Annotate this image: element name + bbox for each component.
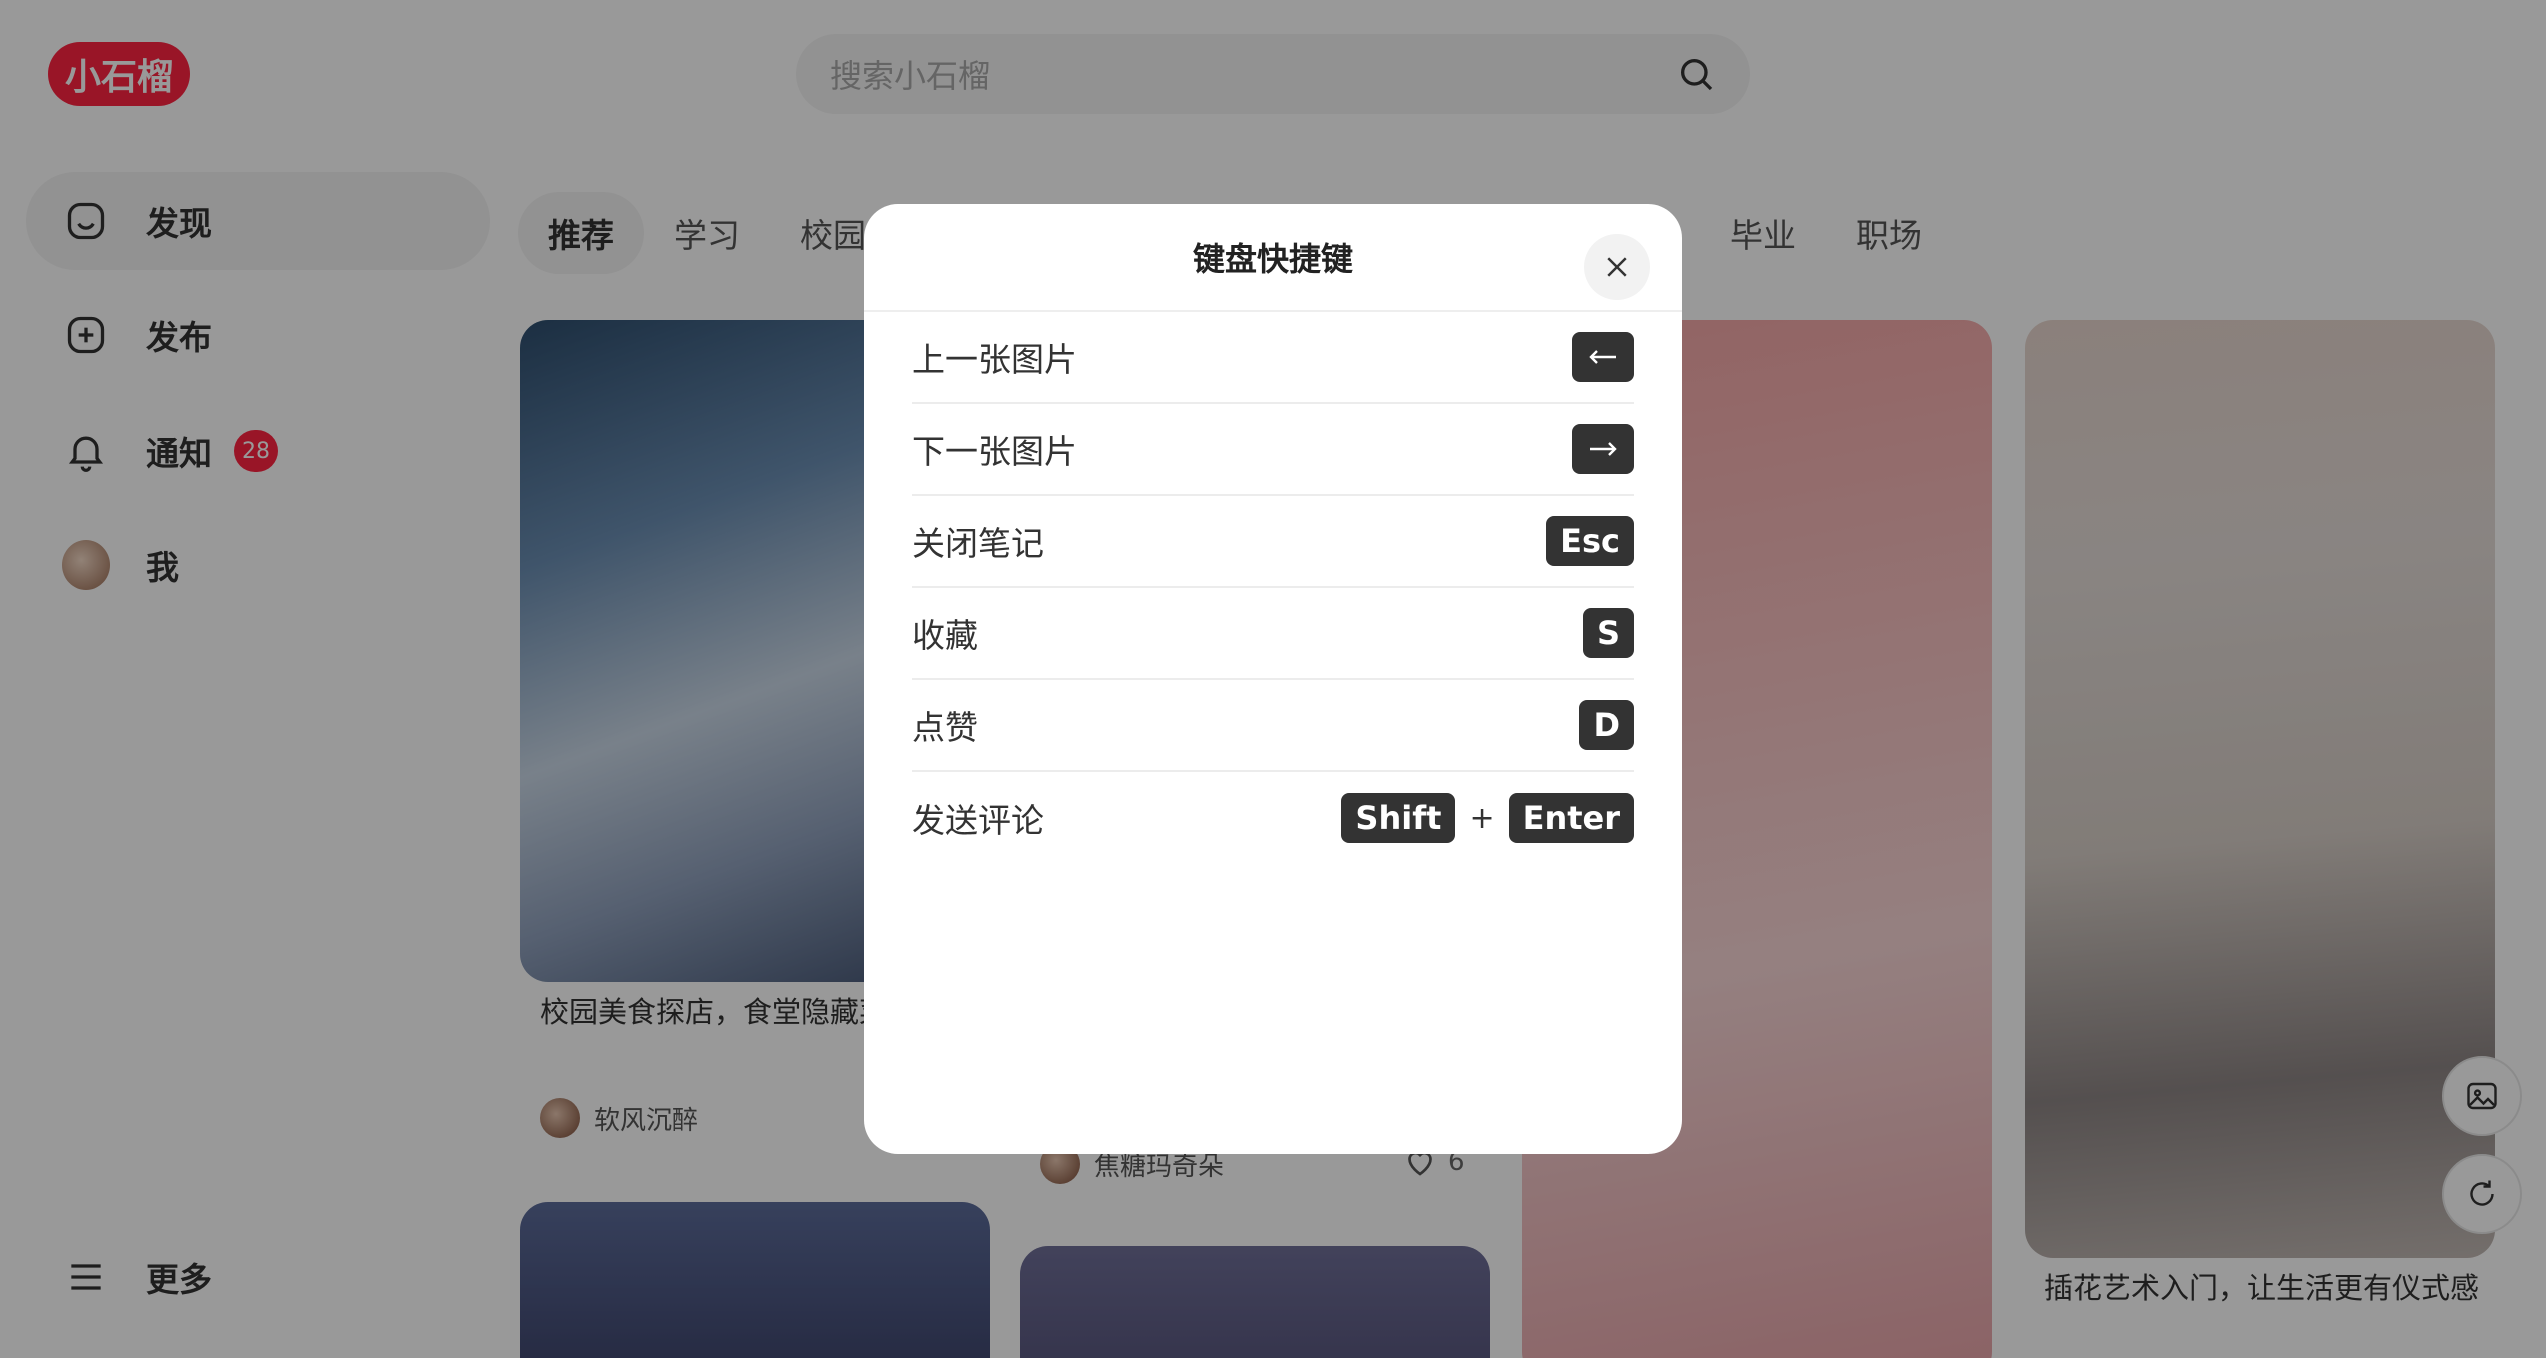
key-cap: Esc xyxy=(1546,516,1634,566)
key-cap xyxy=(1572,424,1634,474)
close-icon xyxy=(1607,257,1627,277)
dialog-title: 键盘快捷键 xyxy=(1192,240,1353,278)
shortcut-description: 点赞 xyxy=(912,708,978,747)
shortcut-description: 关闭笔记 xyxy=(912,524,1044,563)
key-cap xyxy=(1572,332,1634,382)
shortcut-row: 下一张图片 xyxy=(912,404,1634,496)
key-cap: Enter xyxy=(1508,793,1634,843)
shortcut-description: 下一张图片 xyxy=(912,432,1077,471)
dialog-header: 键盘快捷键 xyxy=(864,204,1682,312)
keyboard-shortcuts-dialog: 键盘快捷键 上一张图片 下一张图片 关闭笔记 Esc 收藏 S 点赞 D 发送评… xyxy=(864,204,1682,1154)
shortcut-description: 上一张图片 xyxy=(912,340,1077,379)
shortcut-row: 发送评论 Shift + Enter xyxy=(912,772,1634,864)
shortcut-row: 上一张图片 xyxy=(912,312,1634,404)
shortcut-row: 关闭笔记 Esc xyxy=(912,496,1634,588)
key-cap: Shift xyxy=(1341,793,1456,843)
key-cap: S xyxy=(1582,608,1634,658)
shortcut-description: 收藏 xyxy=(912,616,978,655)
arrow-left-icon xyxy=(1589,350,1616,364)
shortcut-list: 上一张图片 下一张图片 关闭笔记 Esc 收藏 S 点赞 D 发送评论 Shif… xyxy=(864,312,1682,864)
arrow-right-icon xyxy=(1590,442,1617,456)
shortcut-row: 点赞 D xyxy=(912,680,1634,772)
shortcut-row: 收藏 S xyxy=(912,588,1634,680)
shortcut-description: 发送评论 xyxy=(912,801,1044,840)
key-cap: D xyxy=(1579,700,1634,750)
close-button[interactable] xyxy=(1584,234,1650,300)
key-separator: + xyxy=(1469,800,1495,836)
